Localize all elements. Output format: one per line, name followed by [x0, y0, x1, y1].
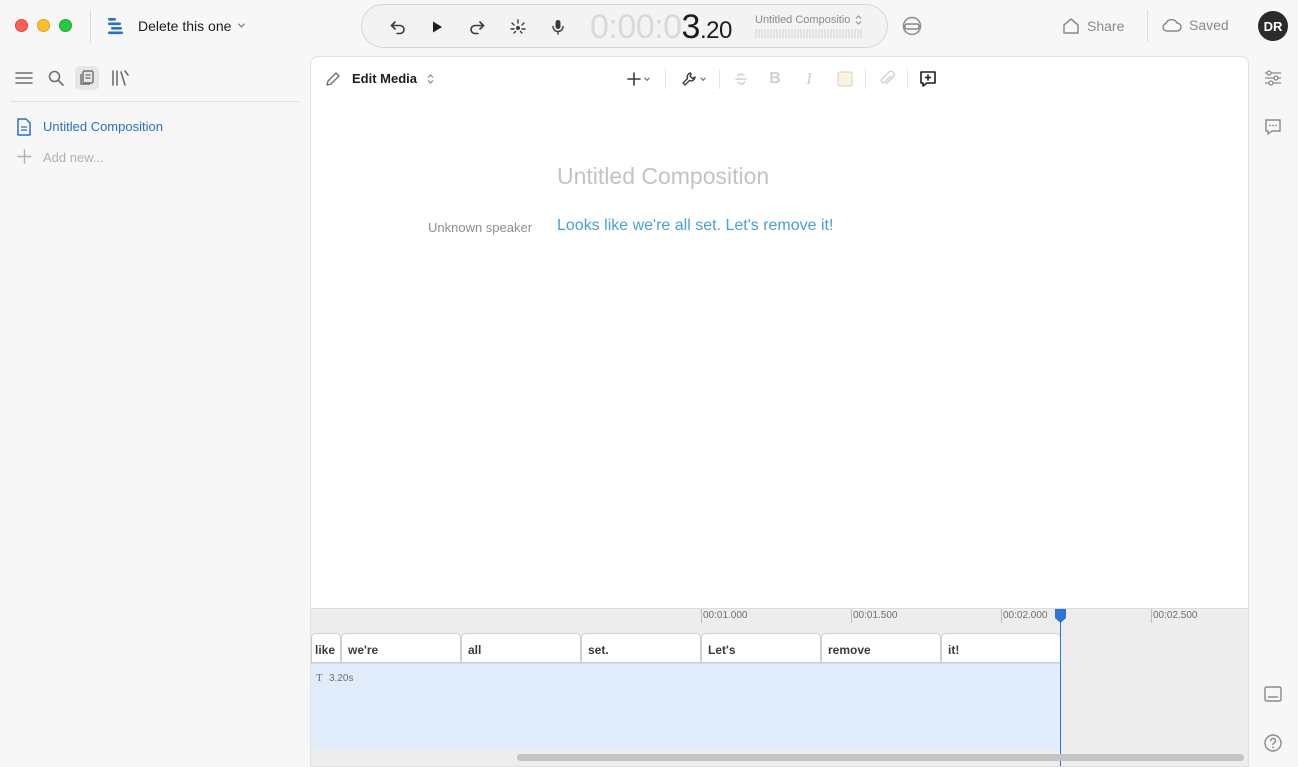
editor-panel: Edit Media B I Untitled Composition Unkn…: [310, 56, 1249, 767]
ruler-tick-label: 00:02.000: [1003, 610, 1048, 621]
strikethrough-icon[interactable]: [731, 69, 751, 89]
add-comment-icon[interactable]: [917, 69, 939, 89]
plus-icon[interactable]: [17, 149, 32, 164]
clip-duration: 3.20s: [329, 673, 354, 684]
minimize-window-button[interactable]: [37, 19, 50, 32]
library-icon[interactable]: [108, 66, 132, 90]
inspector-sliders-icon[interactable]: [1262, 67, 1284, 89]
ruler-tick-label: 00:01.000: [703, 610, 748, 621]
zoom-window-button[interactable]: [59, 19, 72, 32]
cloud-icon: [1162, 18, 1182, 32]
timeline-scrollbar[interactable]: [311, 751, 1248, 763]
composition-select[interactable]: Untitled Compositio: [755, 14, 850, 26]
document-icon: [15, 117, 33, 137]
compositions-tab-icon[interactable]: [75, 66, 99, 90]
media-clip[interactable]: T 3.20s: [311, 663, 1060, 749]
insert-button[interactable]: [622, 69, 656, 89]
chevron-down-icon: [700, 77, 706, 82]
user-avatar[interactable]: DR: [1258, 11, 1288, 41]
divider: [907, 69, 908, 89]
ruler-tick-label: 00:01.500: [853, 610, 898, 621]
comments-icon[interactable]: [1262, 116, 1284, 138]
add-new-button[interactable]: Add new...: [43, 150, 104, 165]
word-chip[interactable]: set.: [581, 633, 701, 663]
hamburger-menu-icon[interactable]: [12, 66, 36, 90]
word-chip[interactable]: it!: [941, 633, 1061, 663]
share-button[interactable]: Share: [1061, 17, 1124, 35]
saved-status[interactable]: Saved: [1161, 17, 1229, 33]
highlight-icon[interactable]: [835, 69, 855, 89]
pencil-icon[interactable]: [323, 69, 343, 89]
timeline[interactable]: 00:01.00000:01.50000:02.00000:02.50000:0…: [311, 608, 1248, 766]
divider: [90, 10, 91, 42]
text-track-icon: T: [316, 672, 323, 684]
word-chip[interactable]: we're: [341, 633, 461, 663]
divider: [10, 101, 300, 102]
wrench-icon: [682, 72, 696, 86]
word-chip[interactable]: like: [311, 633, 341, 663]
right-rail: [1249, 52, 1298, 767]
sidebar: Untitled Composition Add new...: [0, 52, 310, 767]
sidebar-item-untitled-composition[interactable]: Untitled Composition: [43, 119, 163, 134]
edit-point-icon[interactable]: [506, 15, 530, 39]
play-button[interactable]: [425, 15, 449, 39]
timeline-ruler[interactable]: 00:01.00000:01.50000:02.00000:02.50000:0…: [311, 609, 1248, 631]
updown-chevron-icon[interactable]: [854, 14, 863, 26]
speaker-label[interactable]: Unknown speaker: [428, 220, 532, 235]
updown-chevron-icon[interactable]: [424, 69, 436, 89]
divider: [665, 69, 666, 89]
microphone-icon[interactable]: [546, 15, 570, 39]
close-window-button[interactable]: [15, 19, 28, 32]
audio-level-meter: [755, 29, 863, 38]
chevron-down-icon: [644, 77, 650, 82]
ruler-tick-label: 00:02.500: [1153, 610, 1198, 621]
app-logo-icon: [106, 16, 126, 36]
support-headset-icon[interactable]: [901, 15, 923, 37]
timecode-display: 0:00:03.20: [590, 8, 732, 46]
divider: [865, 69, 866, 89]
document-title[interactable]: Delete this one: [138, 18, 231, 34]
word-chip[interactable]: all: [461, 633, 581, 663]
composition-title-field[interactable]: Untitled Composition: [557, 163, 769, 190]
playhead-handle[interactable]: [1055, 609, 1066, 623]
transcript-paragraph[interactable]: Looks like we're all set. Let's remove i…: [557, 217, 833, 235]
home-icon: [1063, 18, 1079, 34]
paperclip-icon[interactable]: [877, 69, 897, 89]
playhead[interactable]: [1060, 617, 1061, 766]
search-icon[interactable]: [44, 66, 68, 90]
rewind-button[interactable]: [386, 15, 410, 39]
scrollbar-thumb[interactable]: [517, 754, 1244, 761]
help-icon[interactable]: [1262, 732, 1284, 754]
mode-select[interactable]: Edit Media: [352, 71, 417, 86]
forward-button[interactable]: [465, 15, 489, 39]
bold-icon[interactable]: B: [765, 69, 785, 89]
tools-button[interactable]: [677, 69, 711, 89]
word-chip[interactable]: Let's: [701, 633, 821, 663]
toggle-timeline-icon[interactable]: [1262, 683, 1284, 705]
chevron-down-icon[interactable]: [236, 20, 247, 31]
word-chip[interactable]: remove: [821, 633, 941, 663]
plus-icon: [627, 72, 641, 86]
divider: [1147, 10, 1148, 42]
italic-icon[interactable]: I: [799, 69, 819, 89]
transport-bar: 0:00:03.20 Untitled Compositio: [361, 4, 888, 48]
divider: [719, 69, 720, 89]
title-bar: Delete this one 0:00:03.20 Untitled Comp…: [0, 0, 1298, 52]
